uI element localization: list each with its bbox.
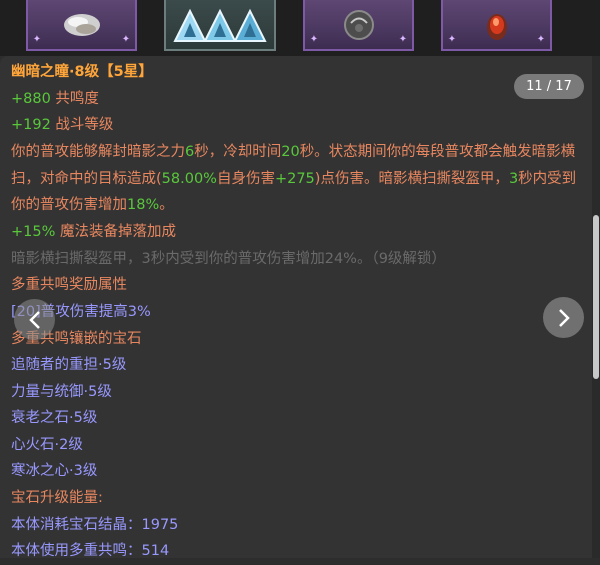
stat-resonance: +880 共鸣度 (11, 86, 586, 113)
locked-effect: 暗影横扫撕裂盔甲，3秒内受到你的普攻伤害增加24%。（9级解锁） (11, 251, 446, 267)
gem-line: 衰老之石·5级 (11, 410, 98, 426)
chevron-right-icon (558, 308, 570, 327)
energy-resonance-line: 本体使用多重共鸣：514 (11, 543, 170, 559)
next-button[interactable] (543, 297, 584, 338)
sparkle-icon: ✦ (536, 34, 546, 45)
gem-line: 力量与统御·5级 (11, 384, 112, 400)
stat-value: +192 (11, 117, 51, 133)
gems-header: 多重共鸣镶嵌的宝石 (11, 331, 142, 347)
stat-label: 共鸣度 (50, 91, 99, 107)
skill-description: 你的普攻能够解封暗影之力6秒，冷却时间20秒。状态期间你的每段普攻都会触发暗影横… (11, 144, 577, 213)
sparkle-icon: ✦ (447, 34, 457, 45)
dark-orb-icon (343, 9, 374, 40)
gem-strip: ✦ ✦ ✦ ✦ ✦ ✦ (0, 0, 600, 56)
scrollbar-thumb[interactable] (593, 215, 599, 379)
item-stars: 【5星】 (99, 64, 153, 80)
reward-line: [20]普攻伤害提高3% (11, 304, 151, 320)
sparkle-icon: ✦ (398, 34, 408, 45)
stat-combat-level: +192 战斗等级 (11, 112, 586, 139)
item-title: 幽暗之瞳·8级【5星】 (11, 59, 586, 86)
stat-label: 魔法装备掉落加成 (55, 224, 176, 240)
sparkle-icon: ✦ (309, 34, 319, 45)
fire-stone-icon (486, 13, 507, 40)
stat-drop-bonus: +15% 魔法装备掉落加成 (11, 219, 586, 246)
stat-value: +15% (11, 224, 56, 240)
energy-value: 1975 (141, 517, 179, 533)
stat-value: +880 (11, 91, 51, 107)
item-tooltip: 11 / 17 幽暗之瞳·8级【5星】 +880 共鸣度 +192 战斗等级 你… (0, 56, 600, 559)
gem-line: 心火石·2级 (11, 437, 83, 453)
gem-slot-4[interactable]: ✦ ✦ (441, 0, 552, 51)
chevron-left-icon (28, 310, 40, 329)
energy-header: 宝石升级能量: (11, 490, 103, 506)
energy-value: 514 (141, 543, 170, 559)
energy-crystal-line: 本体消耗宝石结晶：1975 (11, 517, 179, 533)
sparkle-icon: ✦ (121, 34, 131, 45)
previous-button[interactable] (14, 299, 55, 340)
stat-label: 战斗等级 (50, 117, 114, 133)
sparkle-icon: ✦ (32, 34, 42, 45)
pearl-gem-icon (63, 13, 100, 36)
gem-slot-1[interactable]: ✦ ✦ (26, 0, 137, 51)
item-name: 幽暗之瞳·8级 (11, 64, 100, 80)
gem-line: 追随者的重担·5级 (11, 357, 127, 373)
gem-slot-3[interactable]: ✦ ✦ (303, 0, 414, 51)
reward-header: 多重共鸣奖励属性 (11, 277, 127, 293)
gem-line: 寒冰之心·3级 (11, 463, 98, 479)
gem-slot-2[interactable] (164, 0, 276, 51)
frost-triangles-icon (173, 8, 267, 42)
